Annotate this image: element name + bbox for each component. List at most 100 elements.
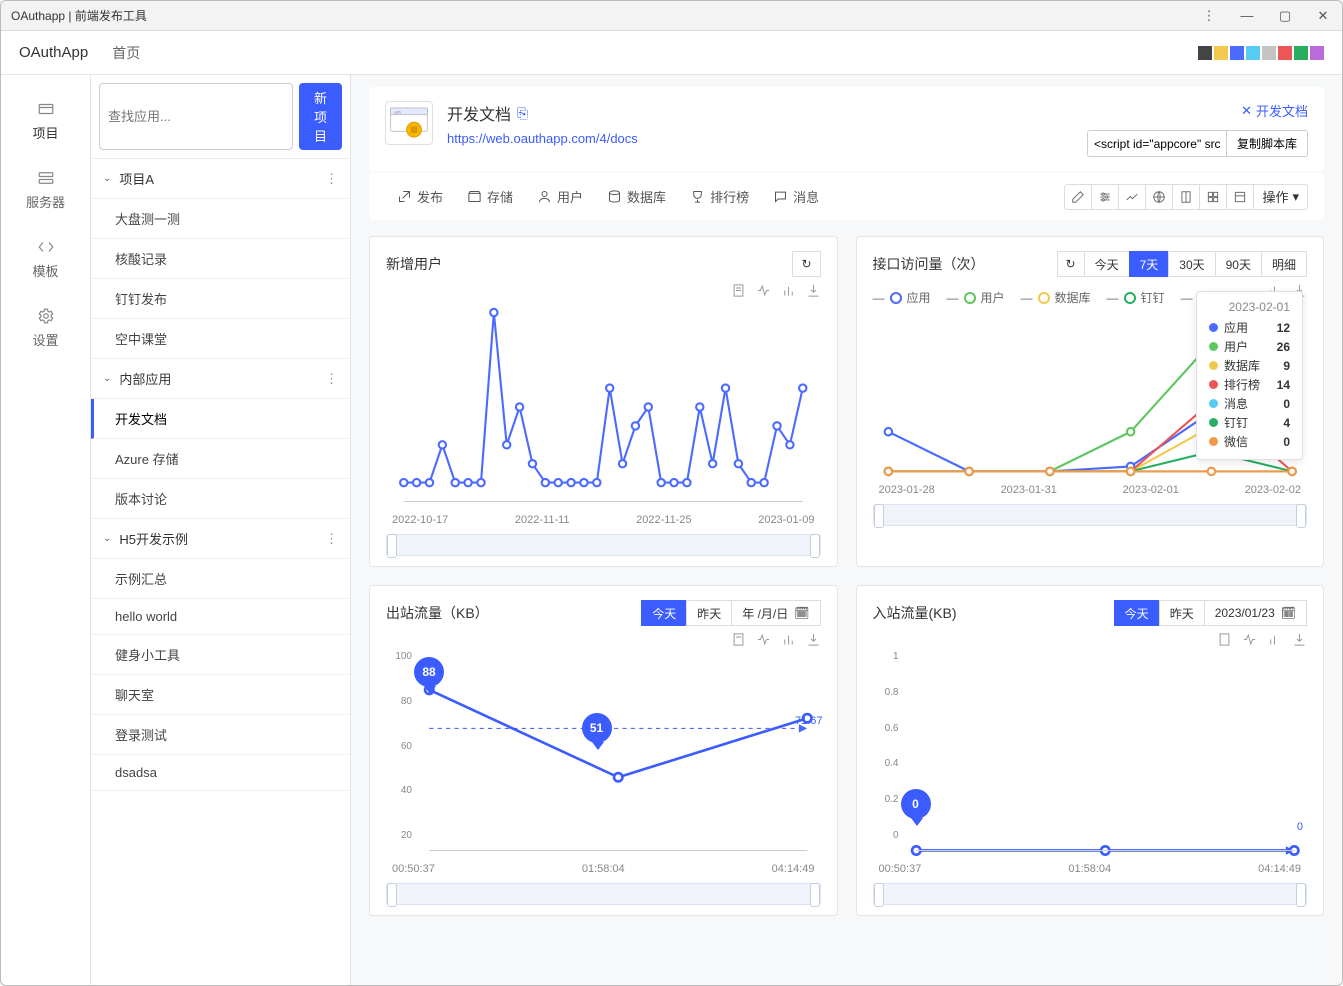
edit-icon[interactable]	[1064, 184, 1092, 210]
tree-item[interactable]: 登录测试	[91, 715, 350, 755]
tree-item[interactable]: 核酸记录	[91, 239, 350, 279]
download-icon[interactable]	[806, 283, 821, 298]
legend-item[interactable]: —数据库	[1021, 289, 1091, 306]
tree-item[interactable]: 版本讨论	[91, 479, 350, 519]
tree-item[interactable]: 大盘测一测	[91, 199, 350, 239]
tree-group[interactable]: ⌄H5开发示例⋮	[91, 519, 350, 559]
project-icon	[35, 101, 57, 117]
search-input[interactable]	[99, 83, 293, 150]
script-input[interactable]	[1087, 130, 1227, 157]
tree-item[interactable]: 钉钉发布	[91, 279, 350, 319]
operations-dropdown[interactable]: 操作▾	[1253, 184, 1308, 210]
chart-icon[interactable]	[1118, 184, 1146, 210]
chevron-down-icon: ⌄	[103, 533, 111, 544]
range-yesterday[interactable]: 昨天	[1159, 600, 1205, 626]
card-in-traffic: 入站流量(KB) 今天 昨天 2023/01/23🗓	[856, 585, 1325, 916]
new-project-button[interactable]: 新项目	[299, 83, 342, 150]
gear-icon	[35, 308, 57, 324]
range-btn[interactable]: 7天	[1129, 251, 1170, 277]
tree-group[interactable]: ⌄内部应用⋮	[91, 359, 350, 399]
range-today[interactable]: 今天	[1114, 600, 1160, 626]
tree-group[interactable]: ⌄项目A⋮	[91, 159, 350, 199]
doc-icon[interactable]	[1217, 632, 1232, 647]
range-slider[interactable]	[873, 883, 1308, 905]
tree-item[interactable]: hello world	[91, 599, 350, 635]
copy-script-button[interactable]: 复制脚本库	[1227, 130, 1308, 157]
pulse-icon[interactable]	[1242, 632, 1257, 647]
wrench-icon: ✕	[1241, 103, 1252, 119]
range-btn[interactable]: 明细	[1261, 251, 1307, 277]
dev-doc-link[interactable]: ✕开发文档	[1241, 101, 1308, 120]
range-slider[interactable]	[873, 504, 1308, 526]
legend-item[interactable]: —应用	[873, 289, 931, 306]
tree-item[interactable]: 健身小工具	[91, 635, 350, 675]
card-title: 出站流量（KB）	[386, 603, 489, 623]
doc-icon[interactable]	[731, 283, 746, 298]
layout-icon[interactable]	[1226, 184, 1254, 210]
range-slider[interactable]	[386, 883, 821, 905]
nav-settings[interactable]: 设置	[1, 294, 90, 363]
doc-icon[interactable]	[731, 632, 746, 647]
chevron-down-icon: ▾	[1292, 189, 1299, 205]
more-icon[interactable]: ⋮	[325, 171, 338, 187]
legend-item[interactable]: —用户	[947, 289, 1005, 306]
bookmark-icon[interactable]: ⎘	[517, 105, 528, 122]
tree-item[interactable]: Azure 存储	[91, 439, 350, 479]
grid-icon[interactable]	[1199, 184, 1227, 210]
home-link[interactable]: 首页	[112, 43, 140, 63]
page-icon[interactable]	[1172, 184, 1200, 210]
tooltip-date: 2023-02-01	[1209, 300, 1290, 314]
date-picker[interactable]: 年 /月/日🗓	[731, 600, 820, 626]
pulse-icon[interactable]	[756, 632, 771, 647]
more-icon[interactable]: ⋮	[325, 531, 338, 547]
range-btn[interactable]: 今天	[1084, 251, 1130, 277]
tree-item[interactable]: 示例汇总	[91, 559, 350, 599]
calendar-icon: 🗓	[1281, 606, 1296, 620]
more-icon[interactable]: ⋮	[1200, 8, 1218, 24]
range-today[interactable]: 今天	[641, 600, 687, 626]
new-users-chart[interactable]	[386, 302, 821, 512]
tree-item[interactable]: 聊天室	[91, 675, 350, 715]
maximize-icon[interactable]: ▢	[1276, 8, 1294, 24]
tab-database[interactable]: 数据库	[595, 181, 678, 212]
bar-icon[interactable]	[1267, 632, 1282, 647]
range-yesterday[interactable]: 昨天	[686, 600, 732, 626]
out-traffic-chart[interactable]: 10080604020 88 51 71.67	[386, 651, 821, 861]
card-title: 接口访问量（次）	[873, 254, 985, 274]
filter-icon[interactable]	[1091, 184, 1119, 210]
close-icon[interactable]: ✕	[1314, 8, 1332, 24]
globe-icon[interactable]	[1145, 184, 1173, 210]
range-slider[interactable]	[386, 534, 821, 556]
nav-servers[interactable]: 服务器	[1, 156, 90, 225]
date-picker[interactable]: 2023/01/23🗓	[1204, 600, 1307, 626]
nav-templates[interactable]: 模板	[1, 225, 90, 294]
tab-users[interactable]: 用户	[525, 181, 595, 212]
svg-text:API: API	[394, 110, 401, 115]
minimize-icon[interactable]: —	[1238, 8, 1256, 23]
nav-projects[interactable]: 项目	[1, 87, 90, 156]
download-icon[interactable]	[1292, 632, 1307, 647]
tree-item[interactable]: 开发文档	[91, 399, 350, 439]
nav-label: 服务器	[26, 192, 65, 211]
bar-icon[interactable]	[781, 632, 796, 647]
tree-item[interactable]: 空中课堂	[91, 319, 350, 359]
refresh-icon[interactable]: ↻	[792, 251, 820, 277]
legend-item[interactable]: —钉钉	[1107, 289, 1165, 306]
bar-icon[interactable]	[781, 283, 796, 298]
in-traffic-chart[interactable]: 10.80.60.40.20 0 0	[873, 651, 1308, 861]
tab-ranking[interactable]: 排行榜	[678, 181, 761, 212]
tab-publish[interactable]: 发布	[385, 181, 455, 212]
tree-item[interactable]: dsadsa	[91, 755, 350, 791]
range-btn[interactable]: 90天	[1215, 251, 1262, 277]
range-btn[interactable]: 30天	[1168, 251, 1215, 277]
page-url[interactable]: https://web.oauthapp.com/4/docs	[447, 131, 638, 146]
brand-label[interactable]: OAuthApp	[19, 44, 88, 61]
refresh-icon[interactable]: ↻	[1057, 251, 1085, 277]
download-icon[interactable]	[806, 632, 821, 647]
nav-label: 项目	[32, 123, 58, 142]
tab-storage[interactable]: 存储	[455, 181, 525, 212]
tab-messages[interactable]: 消息	[761, 181, 831, 212]
more-icon[interactable]: ⋮	[325, 371, 338, 387]
pulse-icon[interactable]	[756, 283, 771, 298]
data-label: 88	[414, 657, 444, 687]
